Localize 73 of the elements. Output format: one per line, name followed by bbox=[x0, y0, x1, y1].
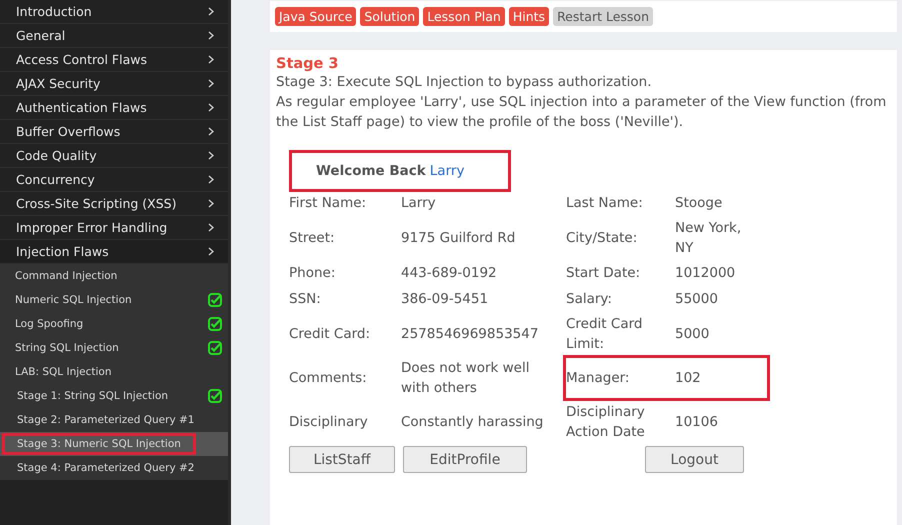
field-label: Phone: bbox=[289, 264, 336, 283]
check-icon bbox=[208, 293, 222, 307]
field-value: 9175 Guilford Rd bbox=[401, 229, 516, 248]
field-label: Comments: bbox=[289, 369, 368, 388]
check-icon bbox=[208, 341, 222, 355]
lesson-link[interactable]: Stage 1: String SQL Injection bbox=[0, 384, 228, 408]
field-value: Stooge bbox=[675, 194, 724, 213]
field-label: Credit Card Limit: bbox=[566, 315, 644, 354]
field-label: SSN: bbox=[289, 290, 322, 309]
form-button[interactable]: EditProfile bbox=[403, 446, 527, 473]
field-value: Does not work well with others bbox=[401, 359, 530, 398]
menu-category[interactable]: Concurrency bbox=[0, 168, 228, 192]
chevron-icon bbox=[208, 199, 214, 208]
lesson-link[interactable]: Stage 2: Parameterized Query #1 bbox=[0, 408, 228, 432]
check-icon bbox=[208, 317, 222, 331]
chevron-icon bbox=[208, 127, 214, 136]
field-value: 10106 bbox=[675, 413, 719, 432]
field-value: 386-09-5451 bbox=[401, 290, 490, 309]
field-value: 55000 bbox=[675, 290, 719, 309]
chevron-icon bbox=[208, 103, 214, 112]
menu-category[interactable]: Code Quality bbox=[0, 144, 228, 168]
lesson-button[interactable]: Hints bbox=[508, 7, 550, 26]
lesson-description: As regular employee 'Larry', use SQL injection into a parameter of the View function (from the List Staff page) to view the profile of the boss ('Neville'). bbox=[276, 93, 888, 132]
field-label: First Name: bbox=[289, 194, 368, 213]
field-value: 5000 bbox=[675, 325, 710, 344]
menu-category[interactable]: AJAX Security bbox=[0, 72, 228, 96]
lesson-description: Stage 3: Execute SQL Injection to bypass authorization. bbox=[276, 73, 653, 92]
menu-category[interactable]: Introduction bbox=[0, 0, 228, 24]
field-value: Larry bbox=[401, 194, 437, 213]
chevron-icon bbox=[208, 55, 214, 64]
chevron-icon bbox=[208, 79, 214, 88]
chevron-icon bbox=[208, 247, 214, 256]
lesson-link[interactable]: Log Spoofing bbox=[0, 312, 228, 336]
lesson-button[interactable]: Java Source bbox=[275, 7, 356, 26]
chevron-icon bbox=[208, 175, 214, 184]
field-value: 2578546969853547 bbox=[401, 325, 540, 344]
field-value: 102 bbox=[675, 369, 702, 388]
welcome-message: Welcome Back Larry bbox=[289, 150, 511, 192]
lesson-link[interactable]: Command Injection bbox=[0, 264, 228, 288]
chevron-icon bbox=[208, 223, 214, 232]
lesson-link[interactable]: String SQL Injection bbox=[0, 336, 228, 360]
menu-category[interactable]: Buffer Overflows bbox=[0, 120, 228, 144]
menu-category[interactable]: Access Control Flaws bbox=[0, 48, 228, 72]
lesson-button[interactable]: Solution bbox=[360, 7, 420, 26]
field-label: Disciplinary Action Date bbox=[566, 403, 646, 442]
field-label: Start Date: bbox=[566, 264, 642, 283]
menu-category[interactable]: Cross-Site Scripting (XSS) bbox=[0, 192, 228, 216]
lesson-button[interactable]: Restart Lesson bbox=[553, 7, 653, 26]
field-label: City/State: bbox=[566, 229, 638, 248]
check-icon bbox=[208, 389, 222, 403]
lesson-link[interactable]: Stage 3: Numeric SQL Injection bbox=[0, 432, 228, 456]
field-label: Last Name: bbox=[566, 194, 644, 213]
field-value: 1012000 bbox=[675, 264, 736, 283]
field-label: Manager: bbox=[566, 369, 630, 388]
field-value: 443-689-0192 bbox=[401, 264, 498, 283]
field-label: Credit Card: bbox=[289, 325, 372, 344]
form-button[interactable]: Logout bbox=[645, 446, 744, 473]
lesson-link[interactable]: LAB: SQL Injection bbox=[0, 360, 228, 384]
stage-title: Stage 3 bbox=[276, 56, 340, 72]
menu-category[interactable]: Authentication Flaws bbox=[0, 96, 228, 120]
chevron-icon bbox=[208, 7, 214, 16]
chevron-icon bbox=[208, 31, 214, 40]
field-label: Street: bbox=[289, 229, 336, 248]
field-value: New York, NY bbox=[675, 219, 742, 258]
menu-category[interactable]: General bbox=[0, 24, 228, 48]
field-value: Constantly harassing bbox=[401, 413, 544, 432]
lesson-link[interactable]: Stage 4: Parameterized Query #2 bbox=[0, 456, 228, 480]
chevron-icon bbox=[208, 151, 214, 160]
form-button[interactable]: ListStaff bbox=[289, 446, 395, 473]
lesson-button[interactable]: Lesson Plan bbox=[423, 7, 505, 26]
lesson-link[interactable]: Numeric SQL Injection bbox=[0, 288, 228, 312]
field-label: Salary: bbox=[566, 290, 613, 309]
field-label: Disciplinary bbox=[289, 413, 369, 432]
